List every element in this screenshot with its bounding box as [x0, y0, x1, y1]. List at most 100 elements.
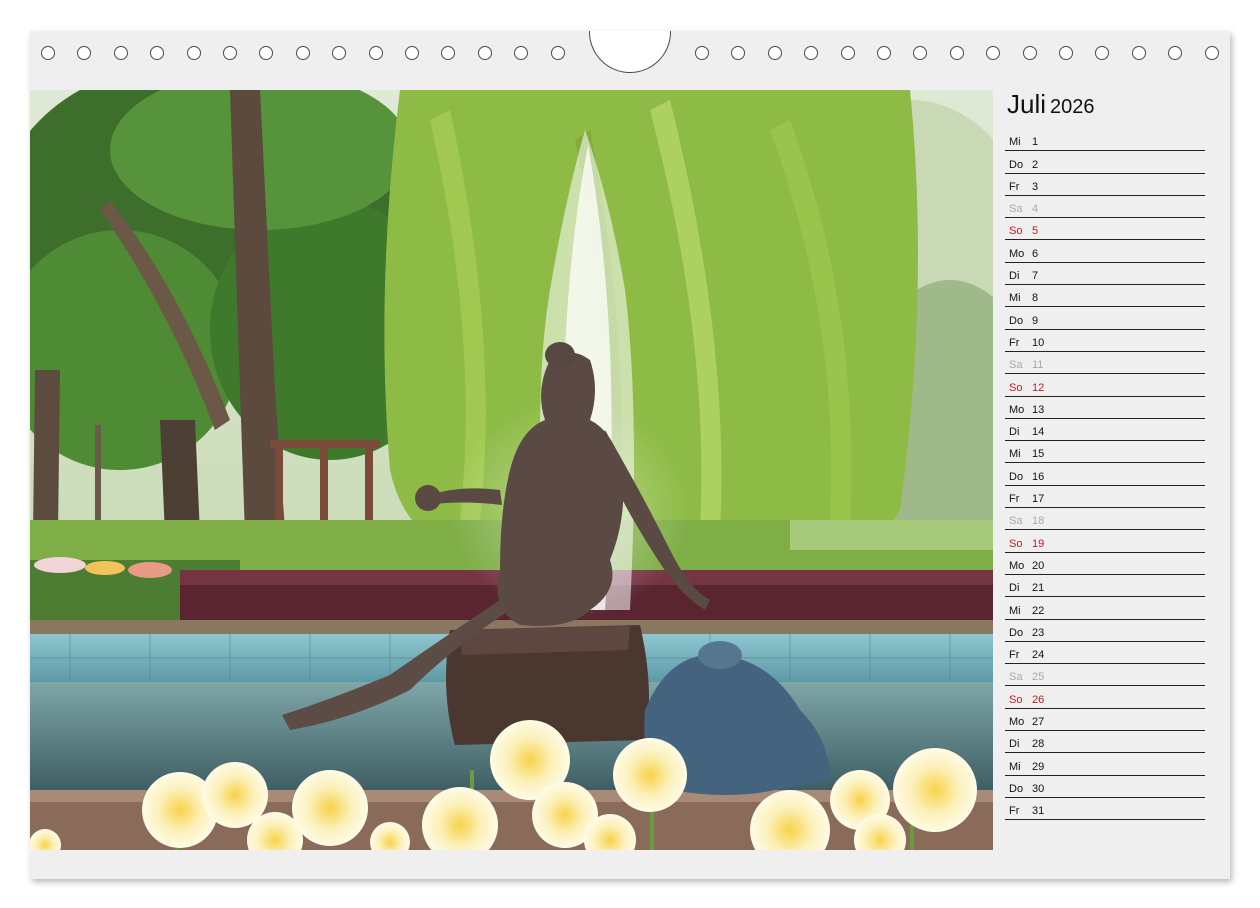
day-name: Do: [1009, 158, 1024, 171]
day-row: Mi 22: [1005, 597, 1205, 620]
day-name: Di: [1009, 426, 1020, 439]
ring-hole-icon: [441, 46, 456, 60]
day-date: 2: [1032, 158, 1039, 171]
day-name: Mo: [1009, 559, 1025, 572]
ring-hole-icon: [405, 46, 419, 60]
day-row: Do 23: [1005, 620, 1205, 642]
ring-hole-icon: [731, 46, 746, 60]
day-name: Fr: [1009, 493, 1020, 506]
day-name: Do: [1009, 626, 1024, 639]
ring-hole-icon: [77, 46, 92, 60]
fountain-photo: [30, 90, 993, 850]
day-name: Mo: [1009, 716, 1025, 729]
day-date: 28: [1032, 738, 1045, 751]
day-name: Mi: [1009, 292, 1021, 305]
ring-hole-icon: [877, 46, 891, 60]
day-name: Sa: [1009, 359, 1023, 372]
day-row: Mi 15: [1005, 441, 1205, 464]
day-name: Mo: [1009, 247, 1025, 260]
ring-hole-icon: [913, 46, 928, 60]
day-name: Di: [1009, 738, 1020, 751]
ring-hole-icon: [186, 46, 201, 60]
day-date: 25: [1032, 671, 1045, 684]
ring-hole-icon: [295, 46, 310, 60]
day-date: 5: [1032, 225, 1039, 238]
day-row: Do 16: [1005, 463, 1205, 486]
day-row: Do 2: [1005, 151, 1205, 174]
day-name: So: [1009, 225, 1023, 238]
day-name: Do: [1009, 782, 1024, 795]
day-date: 19: [1032, 537, 1045, 550]
day-date: 20: [1032, 559, 1045, 572]
ring-hole-icon: [477, 46, 492, 60]
day-name: So: [1009, 693, 1023, 706]
ring-hole-icon: [332, 46, 347, 60]
day-row: Di 14: [1005, 419, 1205, 442]
day-date: 26: [1032, 693, 1045, 706]
day-row: Mo 20: [1005, 553, 1205, 575]
day-name: Mi: [1009, 448, 1021, 461]
ring-hole-icon: [113, 46, 128, 60]
day-name: Di: [1009, 582, 1020, 595]
day-date: 21: [1032, 582, 1045, 595]
day-name: Mi: [1009, 136, 1021, 149]
day-date: 15: [1032, 448, 1045, 461]
day-row: So 19: [1005, 530, 1205, 553]
day-date: 17: [1032, 493, 1045, 506]
day-name: Sa: [1009, 203, 1023, 216]
day-name: Mi: [1009, 604, 1021, 617]
day-date: 29: [1032, 760, 1045, 773]
day-date: 27: [1032, 716, 1045, 729]
day-name: Sa: [1009, 515, 1023, 528]
hanger-notch-icon: [589, 31, 671, 73]
month-year: 2026: [1050, 96, 1095, 118]
day-date: 16: [1032, 470, 1045, 483]
day-row: Sa 18: [1005, 508, 1205, 531]
day-date: 22: [1032, 604, 1045, 617]
month-calendar: Juli 2026 Mi 1 Do 2 Fr 3 Sa 4 So 5 Mo 6 Di 7 Mi 8 Do 9 Fr 10…: [1005, 87, 1205, 821]
day-row: Sa 11: [1005, 352, 1205, 375]
day-row: Fr 10: [1005, 330, 1205, 352]
day-name: Fr: [1009, 180, 1020, 193]
ring-hole-icon: [368, 46, 383, 60]
ring-hole-icon: [150, 46, 165, 60]
day-name: Sa: [1009, 671, 1023, 684]
day-row: Sa 4: [1005, 196, 1205, 219]
day-row: Di 7: [1005, 263, 1205, 286]
day-date: 11: [1032, 359, 1044, 372]
day-date: 9: [1032, 314, 1039, 327]
day-name: So: [1009, 537, 1023, 550]
day-date: 31: [1032, 805, 1045, 818]
day-name: Do: [1009, 314, 1024, 327]
day-name: So: [1009, 381, 1023, 394]
ring-hole-icon: [695, 46, 709, 60]
ring-hole-icon: [259, 46, 274, 60]
ring-hole-icon: [223, 46, 237, 60]
ring-hole-icon: [550, 46, 565, 60]
ring-hole-icon: [1095, 46, 1110, 60]
ring-hole-icon: [41, 46, 55, 60]
day-date: 30: [1032, 782, 1045, 795]
wire-binding: [30, 31, 1230, 75]
day-name: Mo: [1009, 403, 1025, 416]
day-row: So 26: [1005, 686, 1205, 709]
day-row: Fr 24: [1005, 642, 1205, 665]
day-row: Mo 27: [1005, 709, 1205, 732]
day-row: Do 9: [1005, 307, 1205, 330]
month-title: Juli 2026: [1007, 87, 1205, 121]
day-row: Mo 6: [1005, 240, 1205, 263]
day-date: 7: [1032, 270, 1039, 283]
day-row: So 5: [1005, 218, 1205, 241]
day-row: Sa 25: [1005, 664, 1205, 687]
day-row: Fr 17: [1005, 486, 1205, 509]
day-date: 1: [1032, 136, 1039, 149]
day-list: Mi 1 Do 2 Fr 3 Sa 4 So 5 Mo 6 Di 7 Mi 8 Do 9 Fr 10 Sa 11 So 12 M…: [1005, 129, 1205, 821]
day-date: 24: [1032, 649, 1045, 662]
day-row: So 12: [1005, 374, 1205, 397]
ring-hole-icon: [840, 46, 855, 60]
day-date: 6: [1032, 247, 1039, 260]
day-date: 23: [1032, 626, 1045, 639]
ring-hole-icon: [1059, 46, 1073, 60]
ring-hole-icon: [767, 46, 782, 60]
day-row: Di 21: [1005, 575, 1205, 598]
